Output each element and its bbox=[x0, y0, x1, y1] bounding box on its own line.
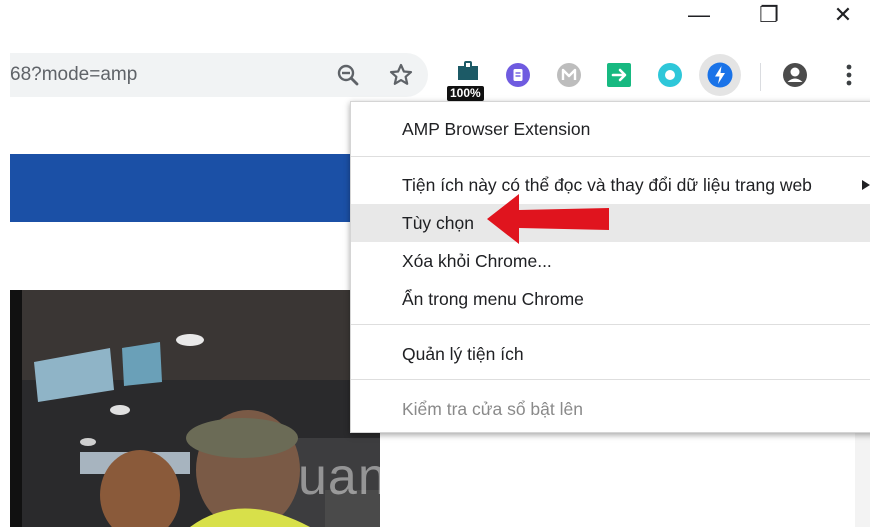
teal-circle-icon[interactable] bbox=[657, 62, 683, 88]
page-zoom-icon[interactable] bbox=[455, 58, 481, 84]
url-text[interactable]: 68?mode=amp bbox=[10, 53, 137, 97]
profile-icon[interactable] bbox=[782, 62, 808, 88]
toolbar-separator bbox=[760, 63, 761, 91]
menu-title-amp-extension[interactable]: AMP Browser Extension bbox=[351, 110, 870, 148]
menu-separator bbox=[351, 324, 870, 325]
menu-item-remove-from-chrome[interactable]: Xóa khỏi Chrome... bbox=[351, 242, 870, 280]
close-window-button[interactable]: ✕ bbox=[820, 0, 866, 30]
menu-item-manage-extensions[interactable]: Quản lý tiện ích bbox=[351, 335, 870, 373]
menu-item-label: Ẩn trong menu Chrome bbox=[402, 289, 584, 309]
menu-item-inspect-popup: Kiểm tra cửa sổ bật lên bbox=[402, 399, 583, 419]
purple-clipboard-icon[interactable] bbox=[505, 62, 531, 88]
browser-toolbar: 68?mode=amp 100% bbox=[0, 48, 870, 102]
zoom-badge: 100% bbox=[447, 86, 484, 101]
watermark-text: uantrimang bbox=[298, 448, 569, 506]
window-titlebar: — ❐ ✕ bbox=[0, 0, 870, 48]
minimize-button[interactable]: — bbox=[676, 0, 722, 30]
menu-item-label: Tùy chọn bbox=[402, 213, 474, 233]
menu-separator bbox=[351, 156, 870, 157]
submenu-arrow-icon bbox=[862, 180, 870, 190]
star-icon[interactable] bbox=[388, 62, 414, 88]
menu-item-label: Xóa khỏi Chrome... bbox=[402, 251, 552, 271]
menu-separator bbox=[351, 379, 870, 380]
gray-m-icon[interactable] bbox=[556, 62, 582, 88]
amp-bolt-icon[interactable] bbox=[707, 62, 733, 88]
maximize-button[interactable]: ❐ bbox=[746, 0, 792, 30]
green-arrow-icon[interactable] bbox=[606, 62, 632, 88]
address-bar[interactable]: 68?mode=amp bbox=[10, 53, 428, 97]
red-pointer-arrow-icon bbox=[487, 194, 609, 244]
extension-context-menu: AMP Browser Extension Tiện ích này có th… bbox=[350, 101, 870, 433]
kebab-menu-icon[interactable] bbox=[836, 62, 862, 88]
zoom-out-icon[interactable] bbox=[335, 62, 361, 88]
menu-item-hide-in-chrome-menu[interactable]: Ẩn trong menu Chrome bbox=[351, 280, 870, 318]
page-right-panel bbox=[855, 426, 870, 527]
